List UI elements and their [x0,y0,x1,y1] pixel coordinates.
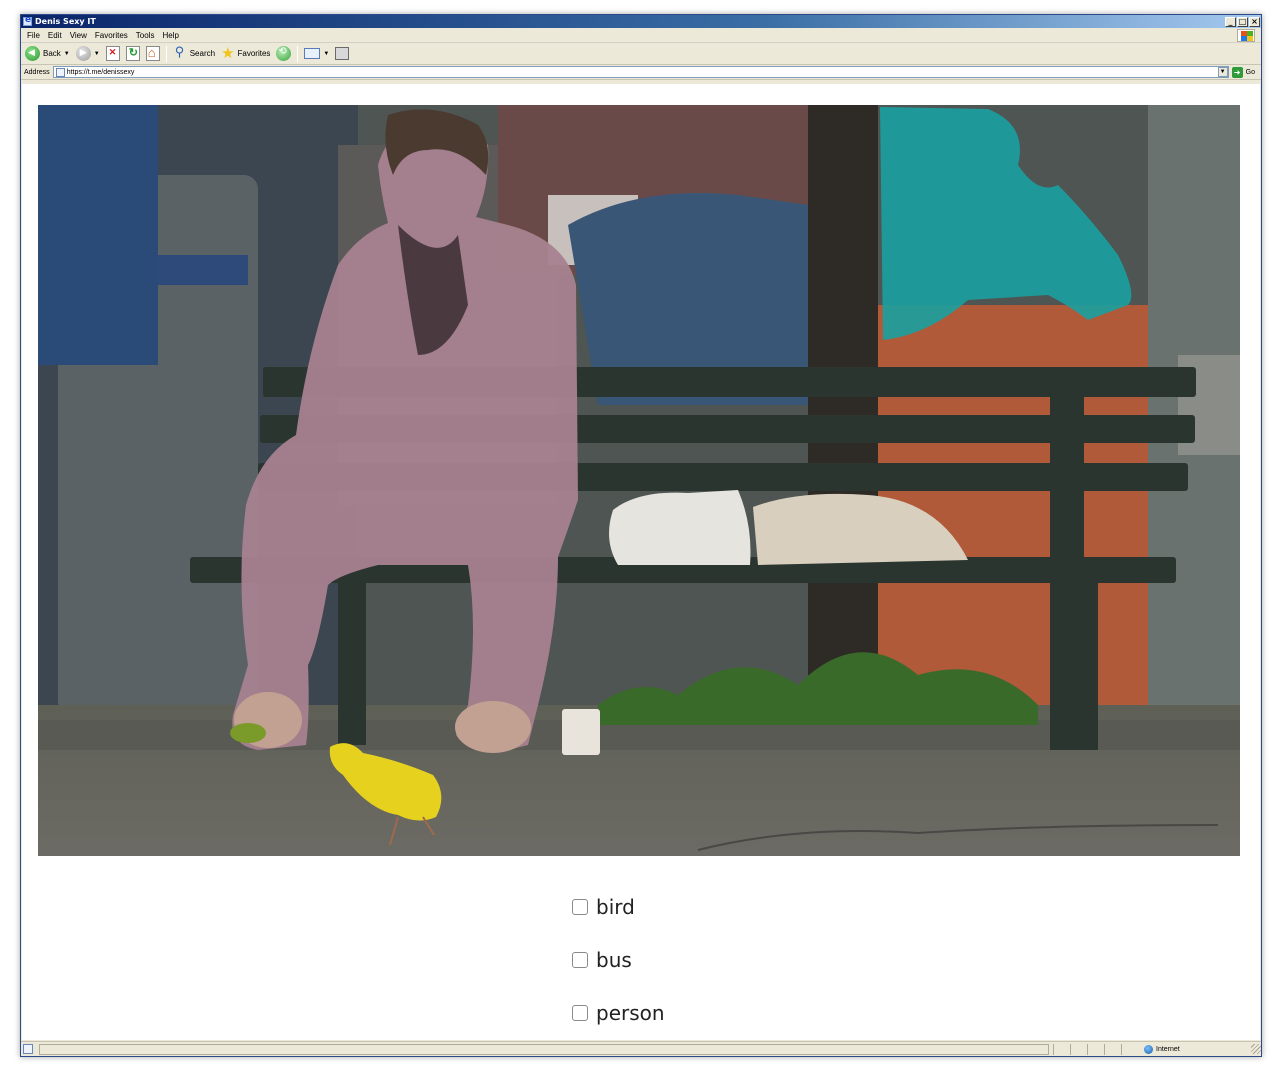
option-bird[interactable]: bird [572,894,665,920]
address-bar: Address https://t.me/denissexy ▼ ➜ Go [21,65,1261,80]
page-icon [55,67,65,77]
menu-favorites[interactable]: Favorites [93,31,134,40]
back-arrow-icon [25,46,40,61]
page-status-icon [23,1044,33,1054]
chevron-down-icon: ▼ [63,50,70,57]
home-icon[interactable] [145,45,160,61]
favorites-label: Favorites [237,49,271,58]
go-button[interactable]: ➜ Go [1231,66,1261,78]
person-checkbox[interactable] [572,1005,588,1021]
address-label: Address [24,68,50,76]
refresh-icon[interactable] [125,46,140,61]
title-bar[interactable]: Denis Sexy IT _ □ × [21,15,1261,28]
star-icon: ★ [221,45,235,62]
search-icon [173,44,187,61]
go-label: Go [1245,68,1255,76]
menu-edit[interactable]: Edit [46,31,68,40]
history-icon[interactable] [276,46,292,61]
chevron-down-icon: ▼ [323,50,330,57]
browser-window: Denis Sexy IT _ □ × File Edit View Favor… [20,14,1262,1057]
menu-tools[interactable]: Tools [134,31,161,40]
window-title: Denis Sexy IT [35,17,96,26]
back-label: Back [43,49,61,58]
back-button[interactable]: Back ▼ [25,46,70,61]
status-bar: Internet [21,1041,1261,1056]
segmented-photo [38,105,1240,856]
toolbar: Back ▼ ▼ Search ★ Favorites ▼ [21,43,1261,65]
cup [562,709,600,755]
address-url: https://t.me/denissexy [66,68,135,76]
menu-file[interactable]: File [25,31,46,40]
print-icon[interactable] [335,47,350,60]
bus-checkbox[interactable] [572,952,588,968]
option-label: bus [596,948,632,972]
chevron-down-icon: ▼ [93,50,100,57]
forward-arrow-icon [75,46,91,61]
page-content: bird bus person [22,84,1260,1040]
toolbar-separator [297,45,299,62]
menu-bar: File Edit View Favorites Tools Help [21,28,1261,43]
menu-help[interactable]: Help [160,31,184,40]
zone-label: Internet [1156,1045,1180,1053]
bird-checkbox[interactable] [572,899,588,915]
address-input[interactable]: https://t.me/denissexy ▼ [52,66,1229,78]
globe-icon [1144,1044,1153,1054]
stop-icon[interactable] [105,46,120,61]
toolbar-separator [165,45,167,62]
option-person[interactable]: person [572,1000,665,1026]
status-progress [39,1043,1049,1055]
plastic-bag [609,490,751,565]
windows-logo-icon [1237,29,1255,42]
window-controls: _ □ × [1225,16,1261,27]
favorites-button[interactable]: ★ Favorites [221,46,270,61]
minimize-button[interactable]: _ [1225,16,1236,27]
mail-icon [304,48,321,59]
menu-view[interactable]: View [68,31,93,40]
option-label: person [596,1001,665,1025]
go-arrow-icon: ➜ [1231,66,1243,78]
maximize-button[interactable]: □ [1237,16,1248,27]
search-button[interactable]: Search [173,44,216,61]
option-bus[interactable]: bus [572,947,665,973]
mail-button[interactable]: ▼ [304,48,329,59]
address-dropdown-icon[interactable]: ▼ [1217,67,1228,77]
label-options: bird bus person [572,894,665,1040]
status-cells [1053,1043,1138,1055]
photo-illustration [38,105,1240,856]
close-button[interactable]: × [1249,16,1260,27]
security-zone: Internet [1144,1044,1180,1054]
forward-button[interactable]: ▼ [75,46,100,61]
option-label: bird [596,895,635,919]
resize-grip-icon[interactable] [1251,1044,1261,1054]
ie-icon [23,15,32,26]
search-label: Search [189,49,216,58]
